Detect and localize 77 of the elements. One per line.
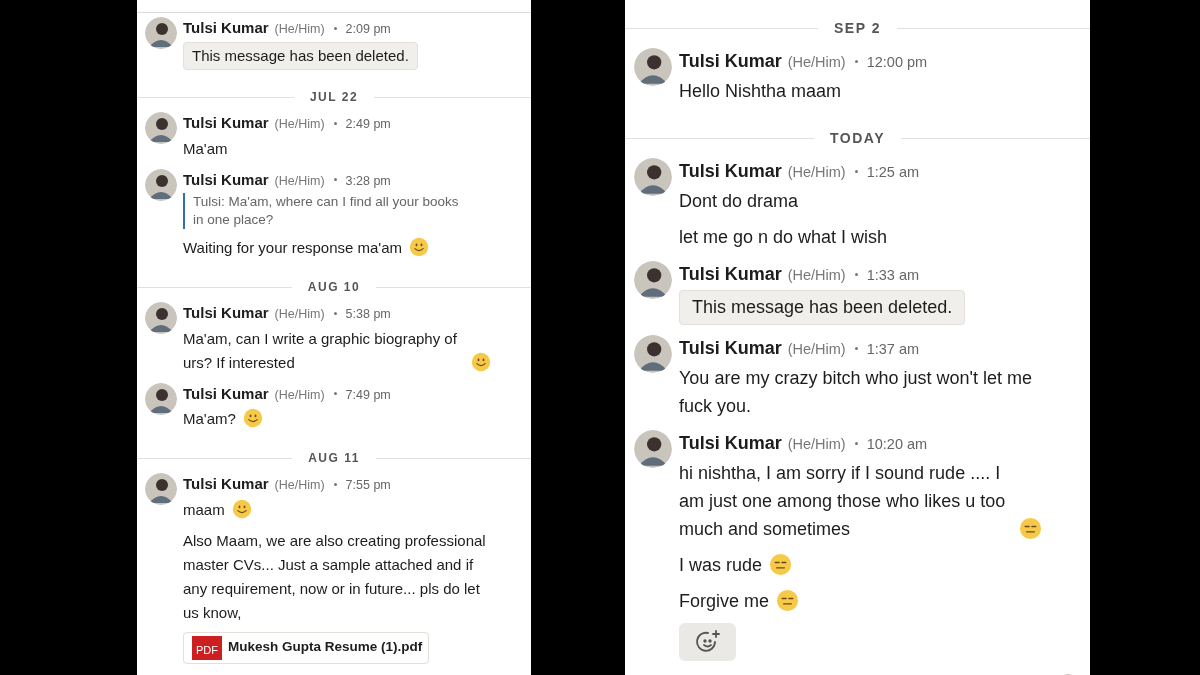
sender-name[interactable]: Tulsi Kumar bbox=[679, 430, 782, 457]
message-text: Ma'am, can I write a graphic biography of urs? If interested bbox=[183, 328, 458, 373]
sender-name[interactable]: Tulsi Kumar bbox=[183, 382, 269, 405]
sender-name[interactable]: Tulsi Kumar bbox=[183, 473, 269, 496]
sender-pronouns: (He/Him) bbox=[274, 477, 325, 494]
message-time: 1:37 am bbox=[866, 340, 920, 359]
message-text: let me go n do what I wish bbox=[679, 226, 888, 249]
sender-pronouns: (He/Him) bbox=[787, 266, 846, 285]
message-time: 3:28 pm bbox=[345, 172, 391, 190]
message-time: 10:20 am bbox=[866, 435, 928, 454]
avatar-icon[interactable] bbox=[634, 48, 672, 86]
file-attachment[interactable]: PDF Mukesh Gupta Resume (1).pdf bbox=[183, 631, 429, 664]
file-name: Mukesh Gupta Resume (1).pdf bbox=[228, 638, 423, 657]
message-text: Hello Nishtha maam bbox=[679, 80, 842, 103]
message-text: Dont do drama bbox=[679, 190, 799, 213]
message-text: Forgive me bbox=[679, 590, 770, 613]
message-time: 2:49 pm bbox=[345, 116, 391, 133]
message-time: 1:25 am bbox=[866, 163, 920, 182]
date-separator: SEP 2 bbox=[834, 19, 881, 38]
avatar-icon[interactable] bbox=[634, 158, 672, 196]
quoted-message: Tulsi: Ma'am, where can I find all your books in one place? bbox=[183, 193, 491, 229]
sender-name[interactable]: Tulsi Kumar bbox=[183, 302, 269, 325]
avatar-icon[interactable] bbox=[145, 112, 177, 144]
avatar-icon[interactable] bbox=[145, 17, 177, 49]
smiling-face-icon bbox=[231, 498, 252, 519]
sender-name[interactable]: Tulsi Kumar bbox=[679, 158, 782, 185]
date-separator: AUG 11 bbox=[308, 450, 360, 467]
sender-name[interactable]: Tulsi Kumar bbox=[183, 112, 269, 135]
pdf-file-badge: PDF bbox=[192, 635, 222, 660]
avatar-icon[interactable] bbox=[145, 382, 177, 415]
smiling-face-icon bbox=[409, 237, 430, 257]
sender-pronouns: (He/Him) bbox=[787, 163, 846, 182]
neutral-face-icon bbox=[776, 589, 800, 612]
neutral-face-icon bbox=[769, 553, 793, 576]
sender-name[interactable]: Tulsi Kumar bbox=[679, 48, 782, 75]
avatar-icon[interactable] bbox=[634, 335, 672, 373]
avatar-icon[interactable] bbox=[145, 302, 177, 334]
message-time: 2:09 pm bbox=[345, 21, 391, 38]
add-reaction-button[interactable] bbox=[679, 623, 736, 661]
message-text: Also Maam, we are also creating professional master CVs... Just a sample attached and if any requirement, now or in future... pls do let us know, bbox=[183, 530, 487, 623]
deleted-message-notice: This message has been deleted. bbox=[183, 41, 418, 70]
deleted-message-notice: This message has been deleted. bbox=[679, 290, 966, 325]
date-separator: TODAY bbox=[830, 129, 885, 148]
smiling-face-icon bbox=[471, 351, 491, 372]
neutral-face-icon bbox=[1019, 517, 1042, 540]
message-time: 12:00 pm bbox=[866, 53, 928, 72]
smiling-face-icon bbox=[242, 408, 263, 428]
sender-pronouns: (He/Him) bbox=[274, 306, 325, 323]
sender-pronouns: (He/Him) bbox=[274, 21, 325, 38]
avatar-icon[interactable] bbox=[634, 430, 672, 468]
sender-pronouns: (He/Him) bbox=[274, 116, 325, 133]
message-text: You are my crazy bitch who just won't let me fuck you. bbox=[679, 367, 1033, 418]
message-text: I was rude bbox=[679, 554, 763, 577]
message-text: Ma'am? bbox=[183, 409, 236, 429]
date-separator: AUG 10 bbox=[307, 279, 361, 296]
message-text: Ma'am bbox=[183, 138, 228, 159]
sender-pronouns: (He/Him) bbox=[787, 53, 846, 72]
sender-pronouns: (He/Him) bbox=[274, 172, 325, 190]
message-text: maam bbox=[183, 499, 225, 520]
sender-name[interactable]: Tulsi Kumar bbox=[679, 335, 782, 362]
avatar-icon[interactable] bbox=[145, 168, 177, 201]
message-time: 5:38 pm bbox=[345, 306, 391, 323]
message-time: 7:55 pm bbox=[345, 477, 391, 494]
sender-pronouns: (He/Him) bbox=[787, 340, 846, 359]
sender-pronouns: (He/Him) bbox=[274, 386, 325, 404]
avatar-icon[interactable] bbox=[634, 261, 672, 299]
sender-name[interactable]: Tulsi Kumar bbox=[183, 17, 269, 40]
avatar-icon[interactable] bbox=[145, 473, 177, 505]
sender-name[interactable]: Tulsi Kumar bbox=[183, 168, 269, 191]
sender-name[interactable]: Tulsi Kumar bbox=[679, 261, 782, 288]
message-time: 1:33 am bbox=[866, 266, 920, 285]
message-text: Waiting for your response ma'am bbox=[183, 238, 403, 258]
sender-pronouns: (He/Him) bbox=[787, 435, 846, 454]
message-time: 7:49 pm bbox=[345, 386, 391, 404]
date-separator: JUL 22 bbox=[309, 89, 359, 106]
add-reaction-icon bbox=[694, 629, 721, 655]
message-text: hi nishtha, I am sorry if I sound rude .... I am just one among those who likes u too much and sometimes bbox=[679, 462, 1007, 541]
